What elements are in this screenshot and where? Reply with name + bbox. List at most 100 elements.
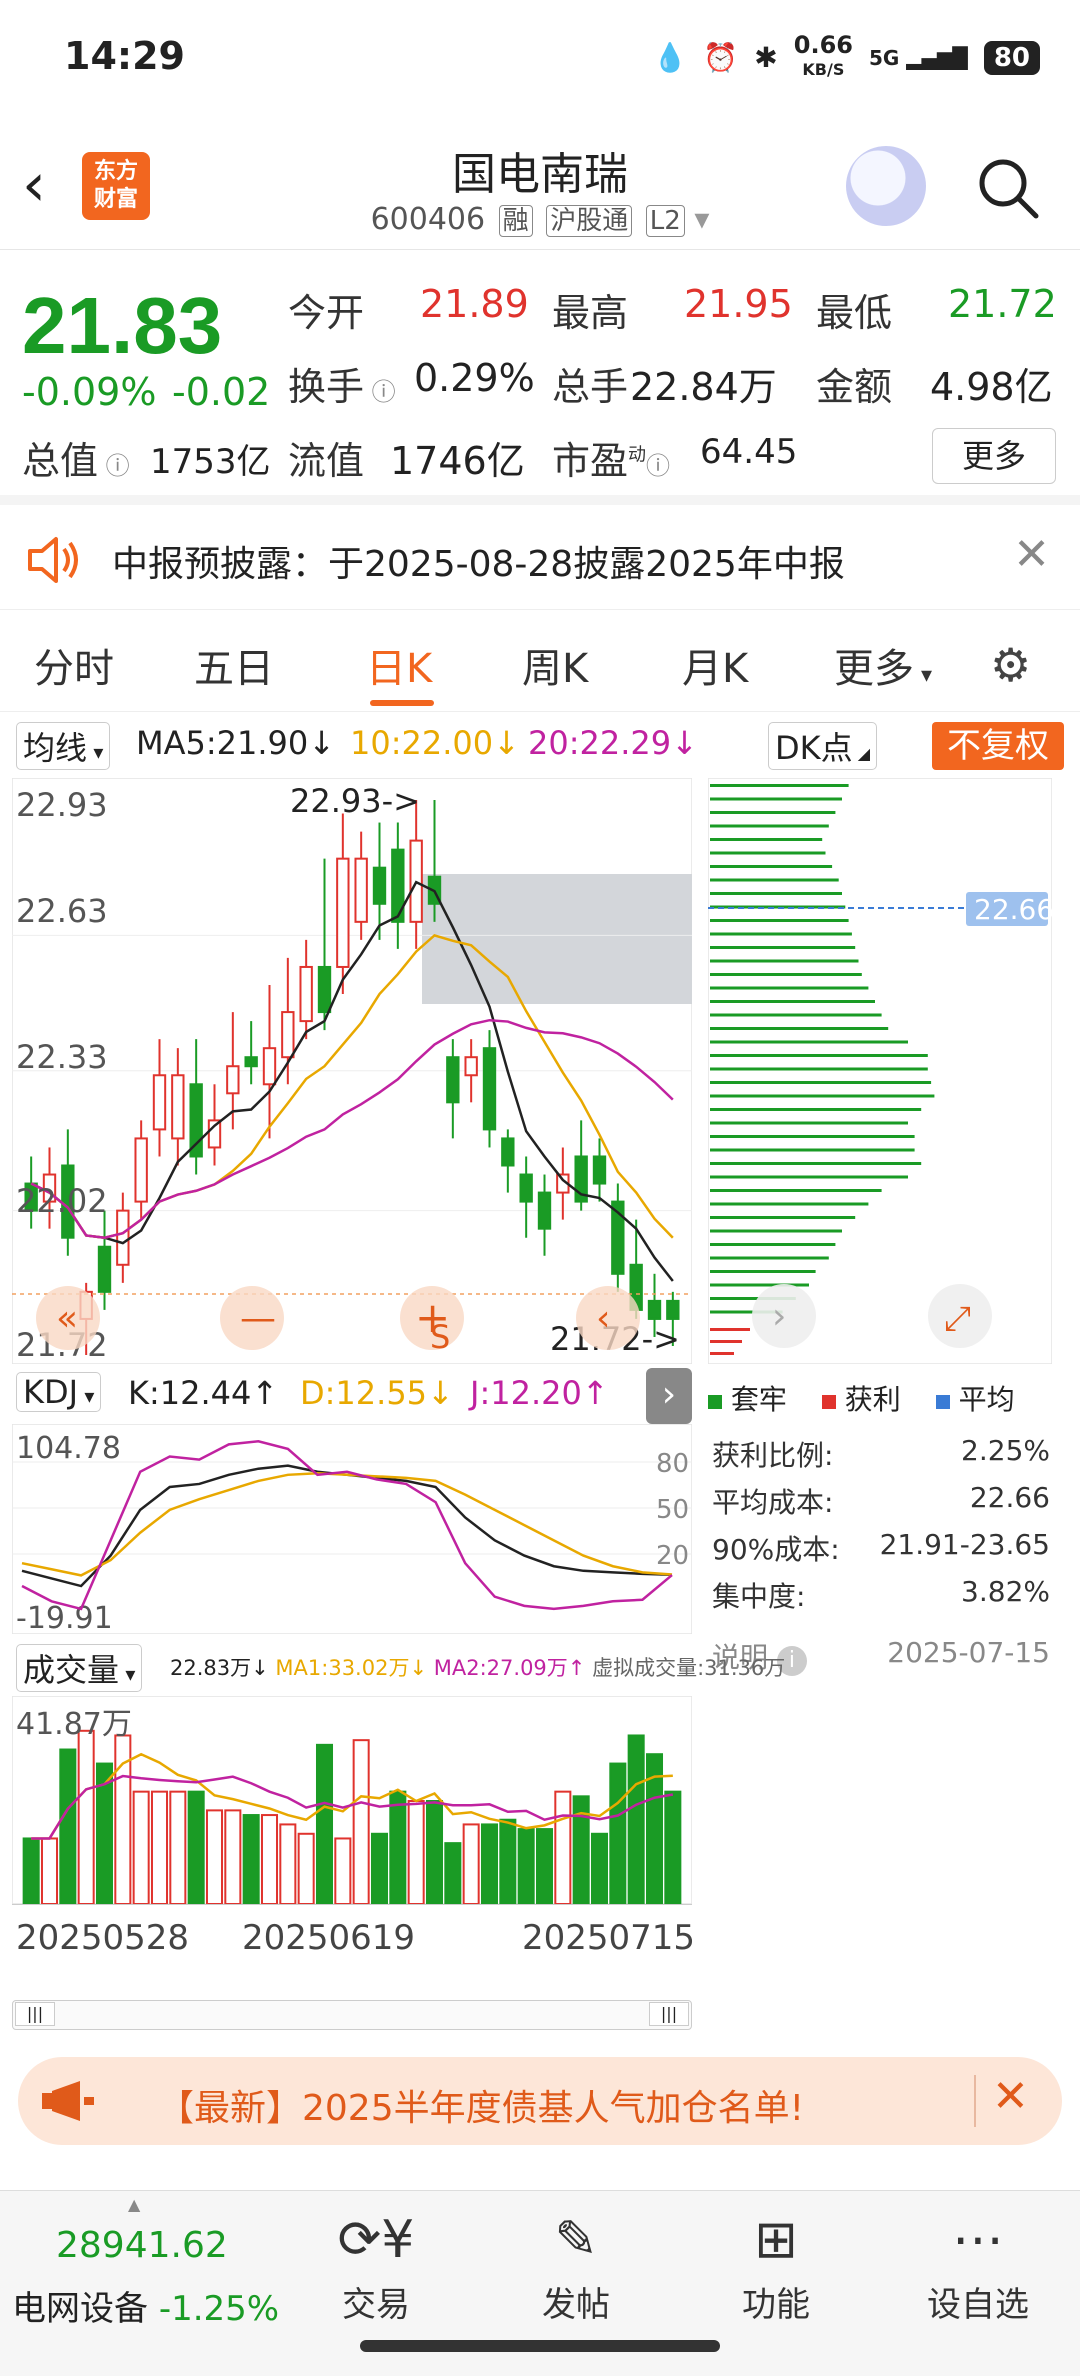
chip-bar (710, 1135, 915, 1138)
close-icon[interactable]: ✕ (992, 2071, 1029, 2122)
chip-bar (710, 851, 826, 855)
kdj-j-value: J:12.20↑ (470, 1374, 609, 1412)
volume-bar (22, 1837, 40, 1904)
volume-bar (77, 1729, 95, 1904)
nav-functions[interactable]: ⊞ 功能 (696, 2209, 856, 2326)
chip-bar (710, 1108, 922, 1111)
chip-distribution-chart[interactable]: 22.66 › ⤢ (708, 778, 1052, 1364)
dk-select[interactable]: DK点 ◢ (768, 722, 878, 770)
chip-date: 2025-07-15 (887, 1636, 1050, 1669)
chip-bar (710, 946, 856, 949)
pe-label: 市盈动ⓘ (552, 439, 671, 483)
chip-bar (710, 1189, 882, 1192)
home-indicator[interactable] (360, 2340, 720, 2352)
float-value: 1746亿 (390, 439, 525, 483)
nav-trade[interactable]: ⟳¥ 交易 (296, 2209, 456, 2326)
volume-bar (444, 1842, 462, 1904)
chip-stat-row: 获利比例: 2.25% (712, 1434, 1050, 1472)
range-handle-right[interactable]: ||| (649, 2002, 689, 2026)
ma10-value: 10:22.00↓ (350, 724, 520, 762)
volume-bar (150, 1790, 169, 1904)
nav-add-watchlist[interactable]: ⋯ 设自选 (898, 2209, 1058, 2326)
margin-tag: 融 (498, 205, 533, 237)
volume-chart[interactable]: 41.87万 (12, 1696, 692, 1904)
y-label-top: 22.93 (16, 786, 108, 824)
megaphone-icon (42, 2081, 94, 2121)
banner-divider (974, 2075, 976, 2127)
volume-bar (609, 1762, 627, 1904)
quote-panel: 21.83 -0.09% -0.02 今开 21.89 最高 21.95 最低 … (0, 250, 1080, 505)
index-value[interactable]: 28941.62 (56, 2225, 228, 2266)
candle-body (134, 1137, 148, 1203)
more-dots-icon: ⋯ (952, 2210, 1004, 2270)
close-icon[interactable]: ✕ (1013, 529, 1050, 580)
tab-monthly-k[interactable]: 月K (682, 636, 748, 694)
turnover-label: 换手 ⓘ (288, 365, 396, 409)
candle-body (482, 1047, 497, 1131)
gear-icon[interactable]: ⚙ (990, 638, 1031, 692)
kdj-chart[interactable]: 104.78 -19.91 80 50 20 (12, 1424, 692, 1634)
promo-banner[interactable]: 【最新】2025半年度债基人气加仓名单! ✕ (18, 2057, 1062, 2145)
volume-bar (590, 1832, 609, 1904)
legend-profit: 获利 (821, 1383, 901, 1416)
nav-post[interactable]: ✎ 发帖 (496, 2209, 656, 2326)
candle-body (537, 1191, 552, 1230)
legend-trapped: 套牢 (708, 1383, 787, 1416)
chip-bar (710, 865, 833, 868)
tab-five-day[interactable]: 五日 (194, 636, 274, 694)
kdj-select[interactable]: KDJ ▾ (16, 1372, 102, 1412)
tab-intraday[interactable]: 分时 (34, 636, 114, 694)
notice-text: 中报预披露：于2025-08-28披露2025年中报 (112, 544, 845, 585)
date-label-2: 20250619 (242, 1918, 416, 1958)
ma-select[interactable]: 均线 ▾ (16, 722, 111, 770)
chevron-down-icon[interactable]: ▾ (694, 202, 709, 237)
candle-body (281, 1011, 295, 1059)
speaker-icon (28, 537, 78, 583)
volume-select[interactable]: 成交量 ▾ (16, 1644, 143, 1692)
volume-bar (187, 1790, 205, 1904)
chip-stat-row: 平均成本: 22.66 (712, 1481, 1050, 1519)
kdj-level-80: 80 (656, 1449, 689, 1479)
chip-bar-profit (710, 1328, 750, 1331)
date-axis (12, 1904, 692, 1916)
chip-bar (710, 919, 849, 922)
volume-bar (480, 1823, 499, 1904)
volume-value: 22.84万 (630, 365, 777, 409)
chip-bar (710, 1081, 932, 1084)
candlestick-chart[interactable]: 22.93 22.63 22.33 22.02 21.72 22.93-> 21… (12, 778, 692, 1364)
expand-indicator-button[interactable]: › (646, 1368, 692, 1424)
more-button[interactable]: 更多 (932, 428, 1056, 484)
chip-bar (710, 1229, 842, 1233)
search-icon[interactable] (976, 156, 1040, 220)
adjust-toggle-button[interactable]: 不复权 (932, 722, 1064, 770)
assistant-robot-icon[interactable] (846, 146, 926, 226)
volume-bar (205, 1809, 224, 1904)
candle-body (464, 1056, 478, 1077)
chip-bar (710, 1175, 908, 1179)
caret-up-icon[interactable]: ▲ (128, 2195, 140, 2214)
chip-bar (710, 1216, 856, 1219)
chip-bar (710, 986, 869, 990)
resistance-zone (422, 874, 692, 1004)
chip-bar (710, 797, 842, 801)
tab-more[interactable]: 更多 ▾ (834, 636, 932, 694)
kdj-d-line (21, 1472, 673, 1577)
chip-bar-profit (710, 1352, 734, 1355)
candle-body (97, 1245, 112, 1293)
volume-bar (260, 1814, 279, 1904)
candle-body (189, 1083, 203, 1158)
range-handle-left[interactable]: ||| (15, 2002, 55, 2026)
index-name-line[interactable]: 电网设备 -1.25% (12, 2281, 279, 2330)
minus-icon: — (240, 1298, 276, 1339)
volume-bar (370, 1832, 389, 1904)
moving-average-line (30, 1018, 674, 1239)
tab-daily-k[interactable]: 日K (366, 636, 432, 694)
chip-bar (710, 1067, 928, 1071)
range-slider[interactable]: ||| ||| (12, 2000, 692, 2030)
float-label: 流值 (288, 439, 365, 483)
chip-bar (710, 824, 829, 828)
mktcap-label: 总值 ⓘ (22, 439, 130, 483)
notice-bar[interactable]: 中报预披露：于2025-08-28披露2025年中报 ✕ (0, 505, 1080, 610)
candle-body (299, 965, 313, 1023)
tab-weekly-k[interactable]: 周K (522, 636, 588, 694)
